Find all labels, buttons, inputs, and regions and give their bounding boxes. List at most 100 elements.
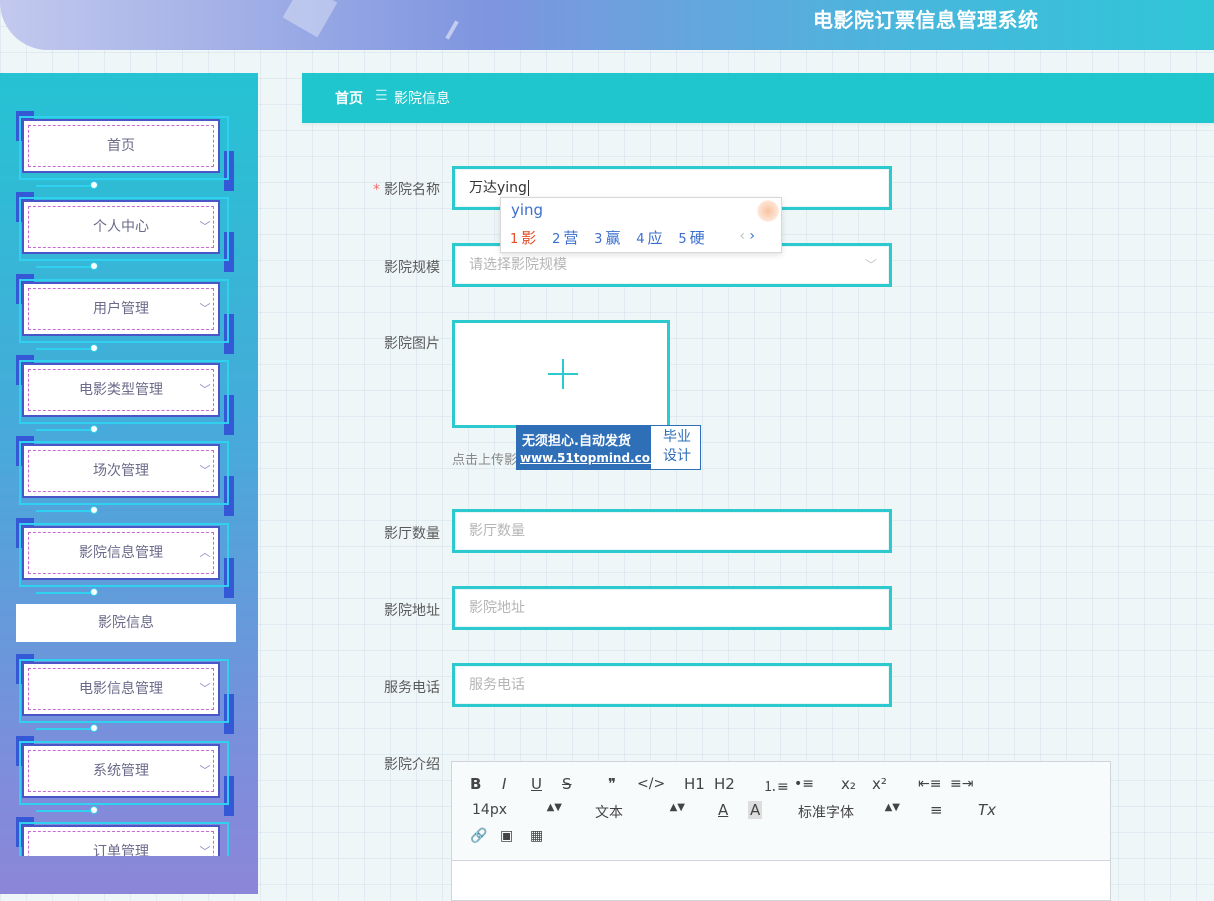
sidebar-item-label: 系统管理 xyxy=(93,763,149,779)
ime-next-icon[interactable]: › xyxy=(749,228,755,244)
underline-button[interactable]: U xyxy=(531,775,542,793)
chevron-down-icon: ﹀ xyxy=(199,764,211,777)
sidebar-item-label: 个人中心 xyxy=(93,219,149,235)
quote-icon[interactable]: ❞ xyxy=(608,775,616,793)
cinema-image-upload[interactable] xyxy=(452,320,670,428)
font-size-value: 14px xyxy=(472,802,507,818)
service-phone-label: 服务电话 xyxy=(384,680,440,696)
sidebar-item-label: 电影信息管理 xyxy=(79,681,163,697)
font-size-select[interactable]: 14px ▲▼ xyxy=(472,802,562,818)
bold-button[interactable]: B xyxy=(470,775,481,793)
font-family-value: 标准字体 xyxy=(798,805,854,821)
text-caret xyxy=(527,180,529,196)
app-title: 电影院订票信息管理系统 xyxy=(813,8,1039,32)
watermark-line1: 无须担心.自动发货 xyxy=(522,434,631,449)
ime-prev-icon[interactable]: ‹ xyxy=(739,228,745,244)
background-color-icon[interactable]: A xyxy=(748,801,763,819)
ime-candidate[interactable]: 4应 xyxy=(636,227,662,248)
strike-button[interactable]: S xyxy=(562,775,572,793)
rich-text-editor: B I U S ❞ </> H1 H2 ⒈≡ •≡ x₂ x² ⇤≡ ≡⇥ 14… xyxy=(451,761,1111,901)
editor-toolbar: B I U S ❞ </> H1 H2 ⒈≡ •≡ x₂ x² ⇤≡ ≡⇥ 14… xyxy=(452,762,1110,861)
cinema-intro-label: 影院介绍 xyxy=(384,757,440,773)
ime-candidate-popup: ying 1影 2营 3赢 4应 5硬 ‹ › xyxy=(500,197,782,253)
image-icon[interactable]: ▣ xyxy=(500,828,513,844)
sidebar-item-label: 场次管理 xyxy=(93,463,149,479)
watermark-banner: 无须担心.自动发货 www.51topmind.com 毕业设计 xyxy=(516,425,701,470)
subscript-button[interactable]: x₂ xyxy=(841,775,856,793)
service-phone-input[interactable]: 服务电话 xyxy=(452,663,892,707)
ime-logo-icon xyxy=(757,200,779,222)
chevron-down-icon: ﹀ xyxy=(199,464,211,477)
breadcrumb-separator-icon: ☰ xyxy=(375,88,388,104)
cinema-image-label: 影院图片 xyxy=(384,336,440,352)
cinema-name-label: * 影院名称 xyxy=(373,182,440,198)
chevron-down-icon: ﹀ xyxy=(199,682,211,695)
required-mark: * xyxy=(373,182,380,198)
ime-candidate[interactable]: 1影 xyxy=(510,227,536,248)
sidebar-item-system-management[interactable]: 系统管理 ﹀ xyxy=(16,736,234,816)
cinema-address-input[interactable]: 影院地址 xyxy=(452,586,892,630)
hall-count-input[interactable]: 影厅数量 xyxy=(452,509,892,553)
indent-icon[interactable]: ≡⇥ xyxy=(950,776,973,792)
sidebar-item-cinema-info-management[interactable]: 影院信息管理 ︿ xyxy=(16,518,234,598)
sidebar: 首页 个人中心 ﹀ 用户管理 ﹀ 电影类型管理 ﹀ 场次管理 ﹀ 影院信息管理 … xyxy=(0,73,258,894)
breadcrumb-home[interactable]: 首页 xyxy=(335,88,363,108)
sidebar-item-label: 电影类型管理 xyxy=(79,382,163,398)
chevron-updown-icon: ▲▼ xyxy=(669,802,685,813)
chevron-down-icon: ﹀ xyxy=(199,220,211,233)
ime-candidates: 1影 2营 3赢 4应 5硬 xyxy=(510,227,716,248)
chevron-down-icon: ﹀ xyxy=(199,383,211,396)
sidebar-item-label: 首页 xyxy=(107,138,135,154)
ime-candidate[interactable]: 3赢 xyxy=(594,227,620,248)
sidebar-item-label: 用户管理 xyxy=(93,301,149,317)
font-color-icon[interactable]: A xyxy=(718,801,728,819)
sidebar-item-movie-info-management[interactable]: 电影信息管理 ﹀ xyxy=(16,654,234,734)
heading1-button[interactable]: H1 xyxy=(684,775,705,793)
sidebar-item-order-management[interactable]: 订单管理 ﹀ xyxy=(16,817,234,856)
header-decoration xyxy=(445,20,459,40)
sidebar-subitem-cinema-info[interactable]: 影院信息 xyxy=(16,604,236,642)
cinema-address-label: 影院地址 xyxy=(384,603,440,619)
ordered-list-icon[interactable]: ⒈≡ xyxy=(763,776,789,796)
app-header: 电影院订票信息管理系统 xyxy=(0,0,1214,50)
italic-button[interactable]: I xyxy=(502,775,506,793)
sidebar-menu: 首页 个人中心 ﹀ 用户管理 ﹀ 电影类型管理 ﹀ 场次管理 ﹀ 影院信息管理 … xyxy=(0,73,258,856)
chevron-updown-icon: ▲▼ xyxy=(546,802,562,813)
heading2-button[interactable]: H2 xyxy=(714,775,735,793)
sidebar-item-user-management[interactable]: 用户管理 ﹀ xyxy=(16,274,234,354)
ime-page-nav: ‹ › xyxy=(739,228,755,244)
main-content: 首页 ☰ 影院信息 * 影院名称 万达ying 影院规模 请选择影院规模 ﹀ 影院图… xyxy=(302,73,1214,901)
chevron-up-icon: ︿ xyxy=(199,546,211,559)
header-decoration xyxy=(282,0,338,38)
chevron-updown-icon: ▲▼ xyxy=(884,802,900,813)
ime-composition: ying xyxy=(511,201,544,219)
ime-candidate[interactable]: 2营 xyxy=(552,227,578,248)
sidebar-item-home[interactable]: 首页 xyxy=(16,111,234,191)
sidebar-item-label: 影院信息管理 xyxy=(79,545,163,561)
superscript-button[interactable]: x² xyxy=(872,775,887,793)
plus-icon xyxy=(548,359,578,389)
breadcrumb-current: 影院信息 xyxy=(394,91,450,107)
video-icon[interactable]: ▦ xyxy=(530,828,543,844)
chevron-down-icon: ﹀ xyxy=(199,302,211,315)
cinema-scale-placeholder: 请选择影院规模 xyxy=(469,257,567,273)
sidebar-item-movie-type-management[interactable]: 电影类型管理 ﹀ xyxy=(16,355,234,435)
watermark-right: 毕业设计 xyxy=(663,429,691,464)
sidebar-item-personal-center[interactable]: 个人中心 ﹀ xyxy=(16,192,234,272)
sidebar-item-label: 订单管理 xyxy=(93,844,149,856)
chevron-down-icon: ﹀ xyxy=(864,258,877,272)
block-format-value: 文本 xyxy=(595,805,623,821)
link-icon[interactable]: 🔗 xyxy=(470,828,487,844)
font-family-select[interactable]: 标准字体 ▲▼ xyxy=(798,802,900,822)
align-icon[interactable]: ≡ xyxy=(930,801,943,819)
clear-format-icon[interactable]: Tx xyxy=(978,801,996,819)
sidebar-item-session-management[interactable]: 场次管理 ﹀ xyxy=(16,436,234,516)
breadcrumb: 首页 ☰ 影院信息 xyxy=(302,73,1214,123)
hall-count-label: 影厅数量 xyxy=(384,526,440,542)
code-block-icon[interactable]: </> xyxy=(637,776,665,792)
outdent-icon[interactable]: ⇤≡ xyxy=(918,776,941,792)
ime-candidate[interactable]: 5硬 xyxy=(678,227,704,248)
chevron-down-icon: ﹀ xyxy=(199,845,211,856)
block-format-select[interactable]: 文本 ▲▼ xyxy=(595,802,685,822)
bullet-list-icon[interactable]: •≡ xyxy=(794,776,814,792)
